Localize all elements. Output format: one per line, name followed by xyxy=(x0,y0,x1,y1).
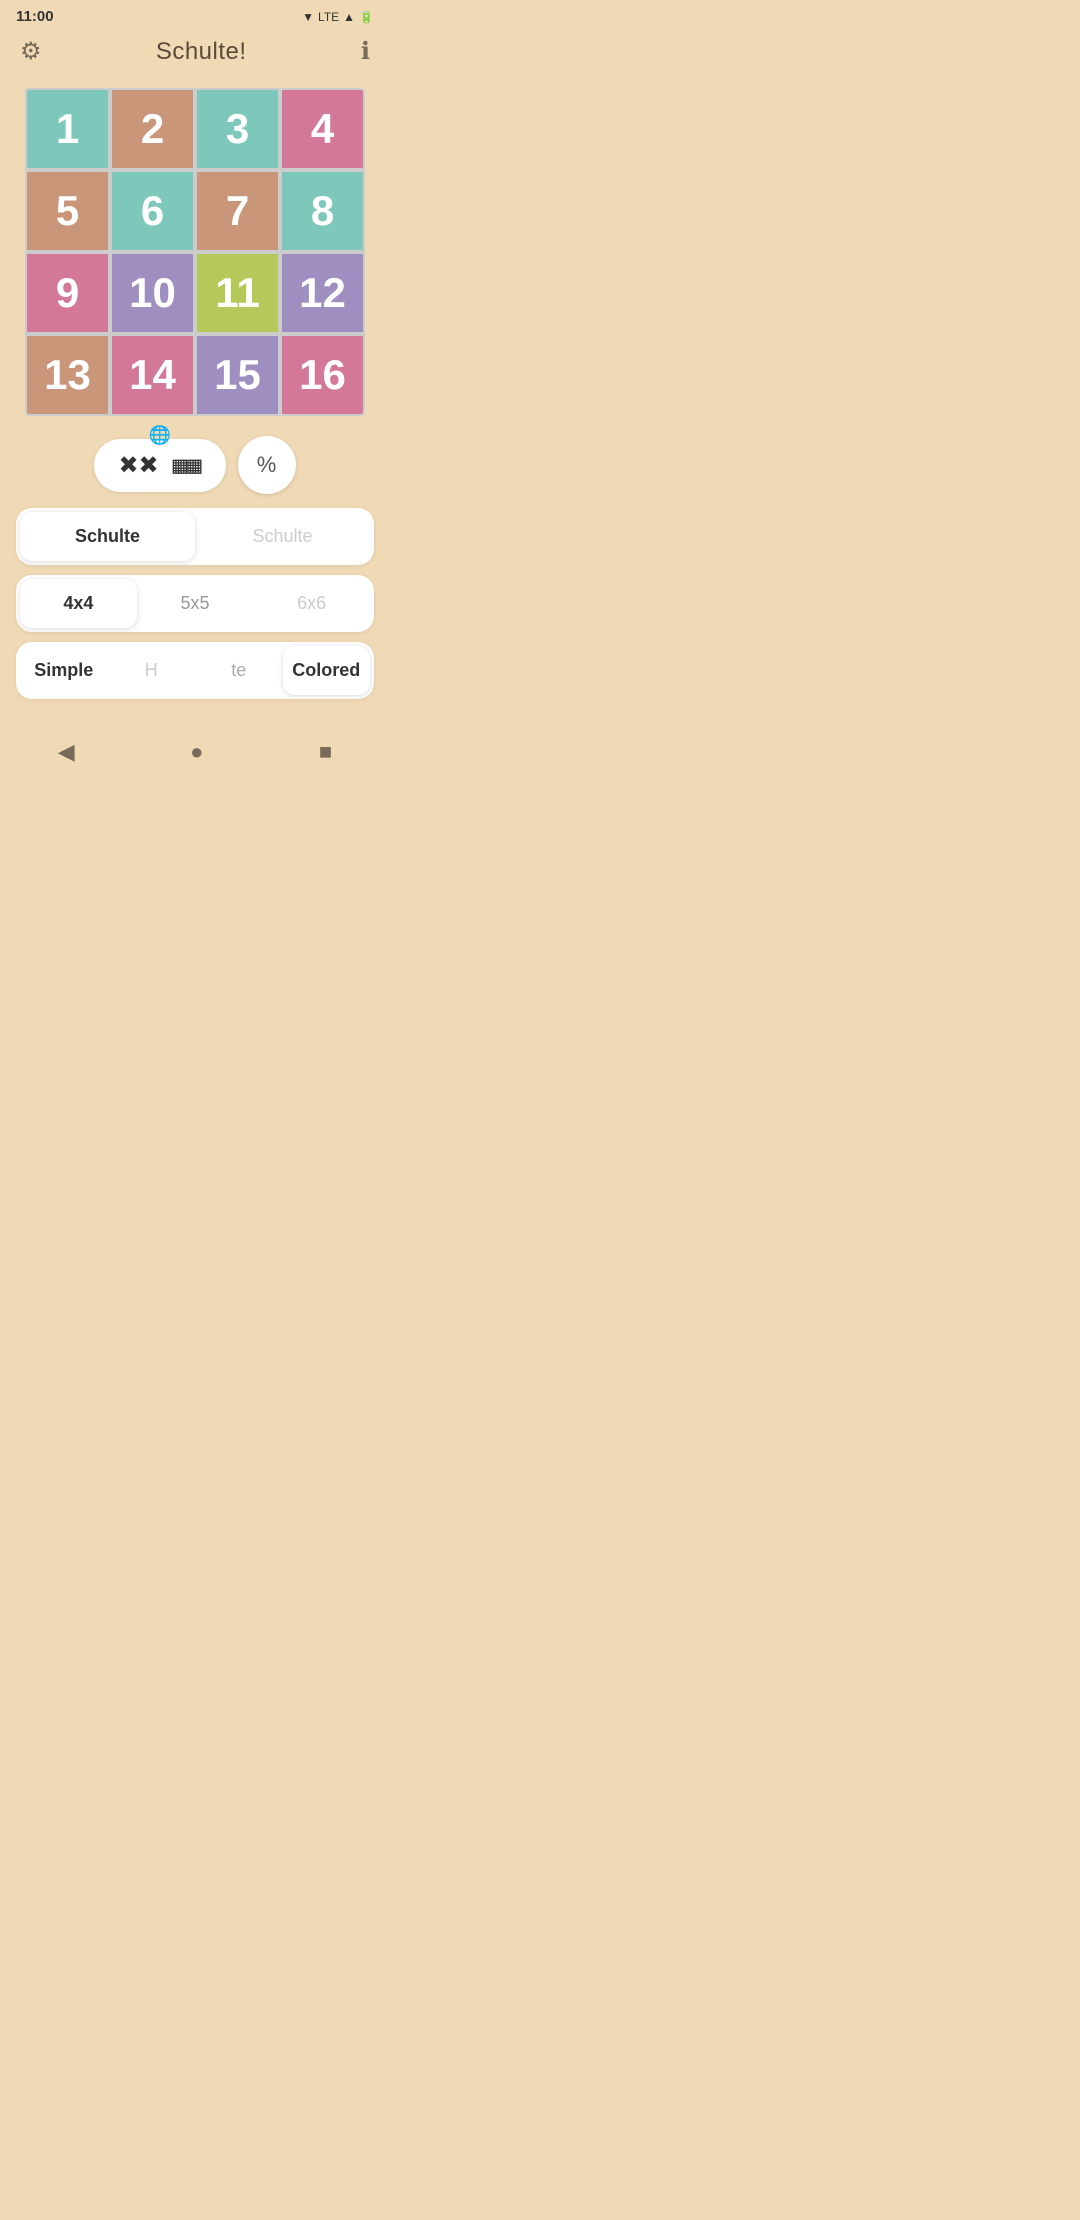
stop-button[interactable]: ■ xyxy=(319,739,332,765)
settings-icon[interactable]: ⚙ xyxy=(20,37,42,66)
grid-cell-4[interactable]: 4 xyxy=(282,90,363,168)
navigation-bar: ◀ ● ■ xyxy=(0,723,390,773)
globe-icon: 🌐 xyxy=(149,425,171,446)
app-header: ⚙ Schulte! ℹ xyxy=(0,29,390,78)
status-icons: ▼ LTE ▲ 🔋 xyxy=(302,10,374,24)
style-option-te[interactable]: te xyxy=(195,646,283,695)
grid-cell-15[interactable]: 15 xyxy=(197,336,278,414)
style-option-h[interactable]: H xyxy=(108,646,196,695)
grid-cell-6[interactable]: 6 xyxy=(112,172,193,250)
lte-label: LTE xyxy=(318,10,339,24)
action-row: 🌐 ✖✖ ▦▦ % xyxy=(94,436,295,494)
back-button[interactable]: ◀ xyxy=(58,739,75,765)
grid-cell-13[interactable]: 13 xyxy=(27,336,108,414)
mode-option-schulte2[interactable]: Schulte xyxy=(195,512,370,561)
grid-cell-8[interactable]: 8 xyxy=(282,172,363,250)
info-icon[interactable]: ℹ xyxy=(361,37,370,66)
size-selector[interactable]: 4x4 5x5 6x6 xyxy=(16,575,374,632)
signal-icon: ▲ xyxy=(343,10,355,24)
grid-cell-9[interactable]: 9 xyxy=(27,254,108,332)
size-option-6x6[interactable]: 6x6 xyxy=(253,579,370,628)
globe-pill-group: 🌐 ✖✖ ▦▦ xyxy=(94,439,225,492)
grid-cell-2[interactable]: 2 xyxy=(112,90,193,168)
schulte-grid: 12345678910111213141516 xyxy=(25,88,365,416)
mode-selector[interactable]: Schulte Schulte xyxy=(16,508,374,565)
grid-cell-10[interactable]: 10 xyxy=(112,254,193,332)
status-time: 11:00 xyxy=(16,8,54,25)
wifi-icon: ▼ xyxy=(302,10,314,24)
home-button[interactable]: ● xyxy=(190,739,203,765)
percent-button[interactable]: % xyxy=(238,436,296,494)
cross-icon[interactable]: ✖✖ xyxy=(118,451,158,480)
size-option-5x5[interactable]: 5x5 xyxy=(137,579,254,628)
grid-cell-14[interactable]: 14 xyxy=(112,336,193,414)
battery-icon: 🔋 xyxy=(359,10,374,24)
grid-cell-5[interactable]: 5 xyxy=(27,172,108,250)
qr-icon[interactable]: ▦▦ xyxy=(173,451,202,479)
grid-cell-3[interactable]: 3 xyxy=(197,90,278,168)
size-option-4x4[interactable]: 4x4 xyxy=(20,579,137,628)
app-title: Schulte! xyxy=(156,38,247,66)
mode-option-schulte[interactable]: Schulte xyxy=(20,512,195,561)
schulte-grid-container: 12345678910111213141516 xyxy=(25,88,365,416)
action-pill: ✖✖ ▦▦ xyxy=(94,439,225,492)
grid-cell-1[interactable]: 1 xyxy=(27,90,108,168)
status-bar: 11:00 ▼ LTE ▲ 🔋 xyxy=(0,0,390,29)
style-option-simple[interactable]: Simple xyxy=(20,646,108,695)
grid-cell-16[interactable]: 16 xyxy=(282,336,363,414)
grid-cell-12[interactable]: 12 xyxy=(282,254,363,332)
style-option-colored[interactable]: Colored xyxy=(283,646,371,695)
style-selector[interactable]: Simple H te Colored xyxy=(16,642,374,699)
percent-icon: % xyxy=(257,452,277,478)
grid-cell-11[interactable]: 11 xyxy=(197,254,278,332)
controls-area: 🌐 ✖✖ ▦▦ % Schulte Schulte 4x4 5x5 6x6 Si… xyxy=(0,436,390,715)
grid-cell-7[interactable]: 7 xyxy=(197,172,278,250)
